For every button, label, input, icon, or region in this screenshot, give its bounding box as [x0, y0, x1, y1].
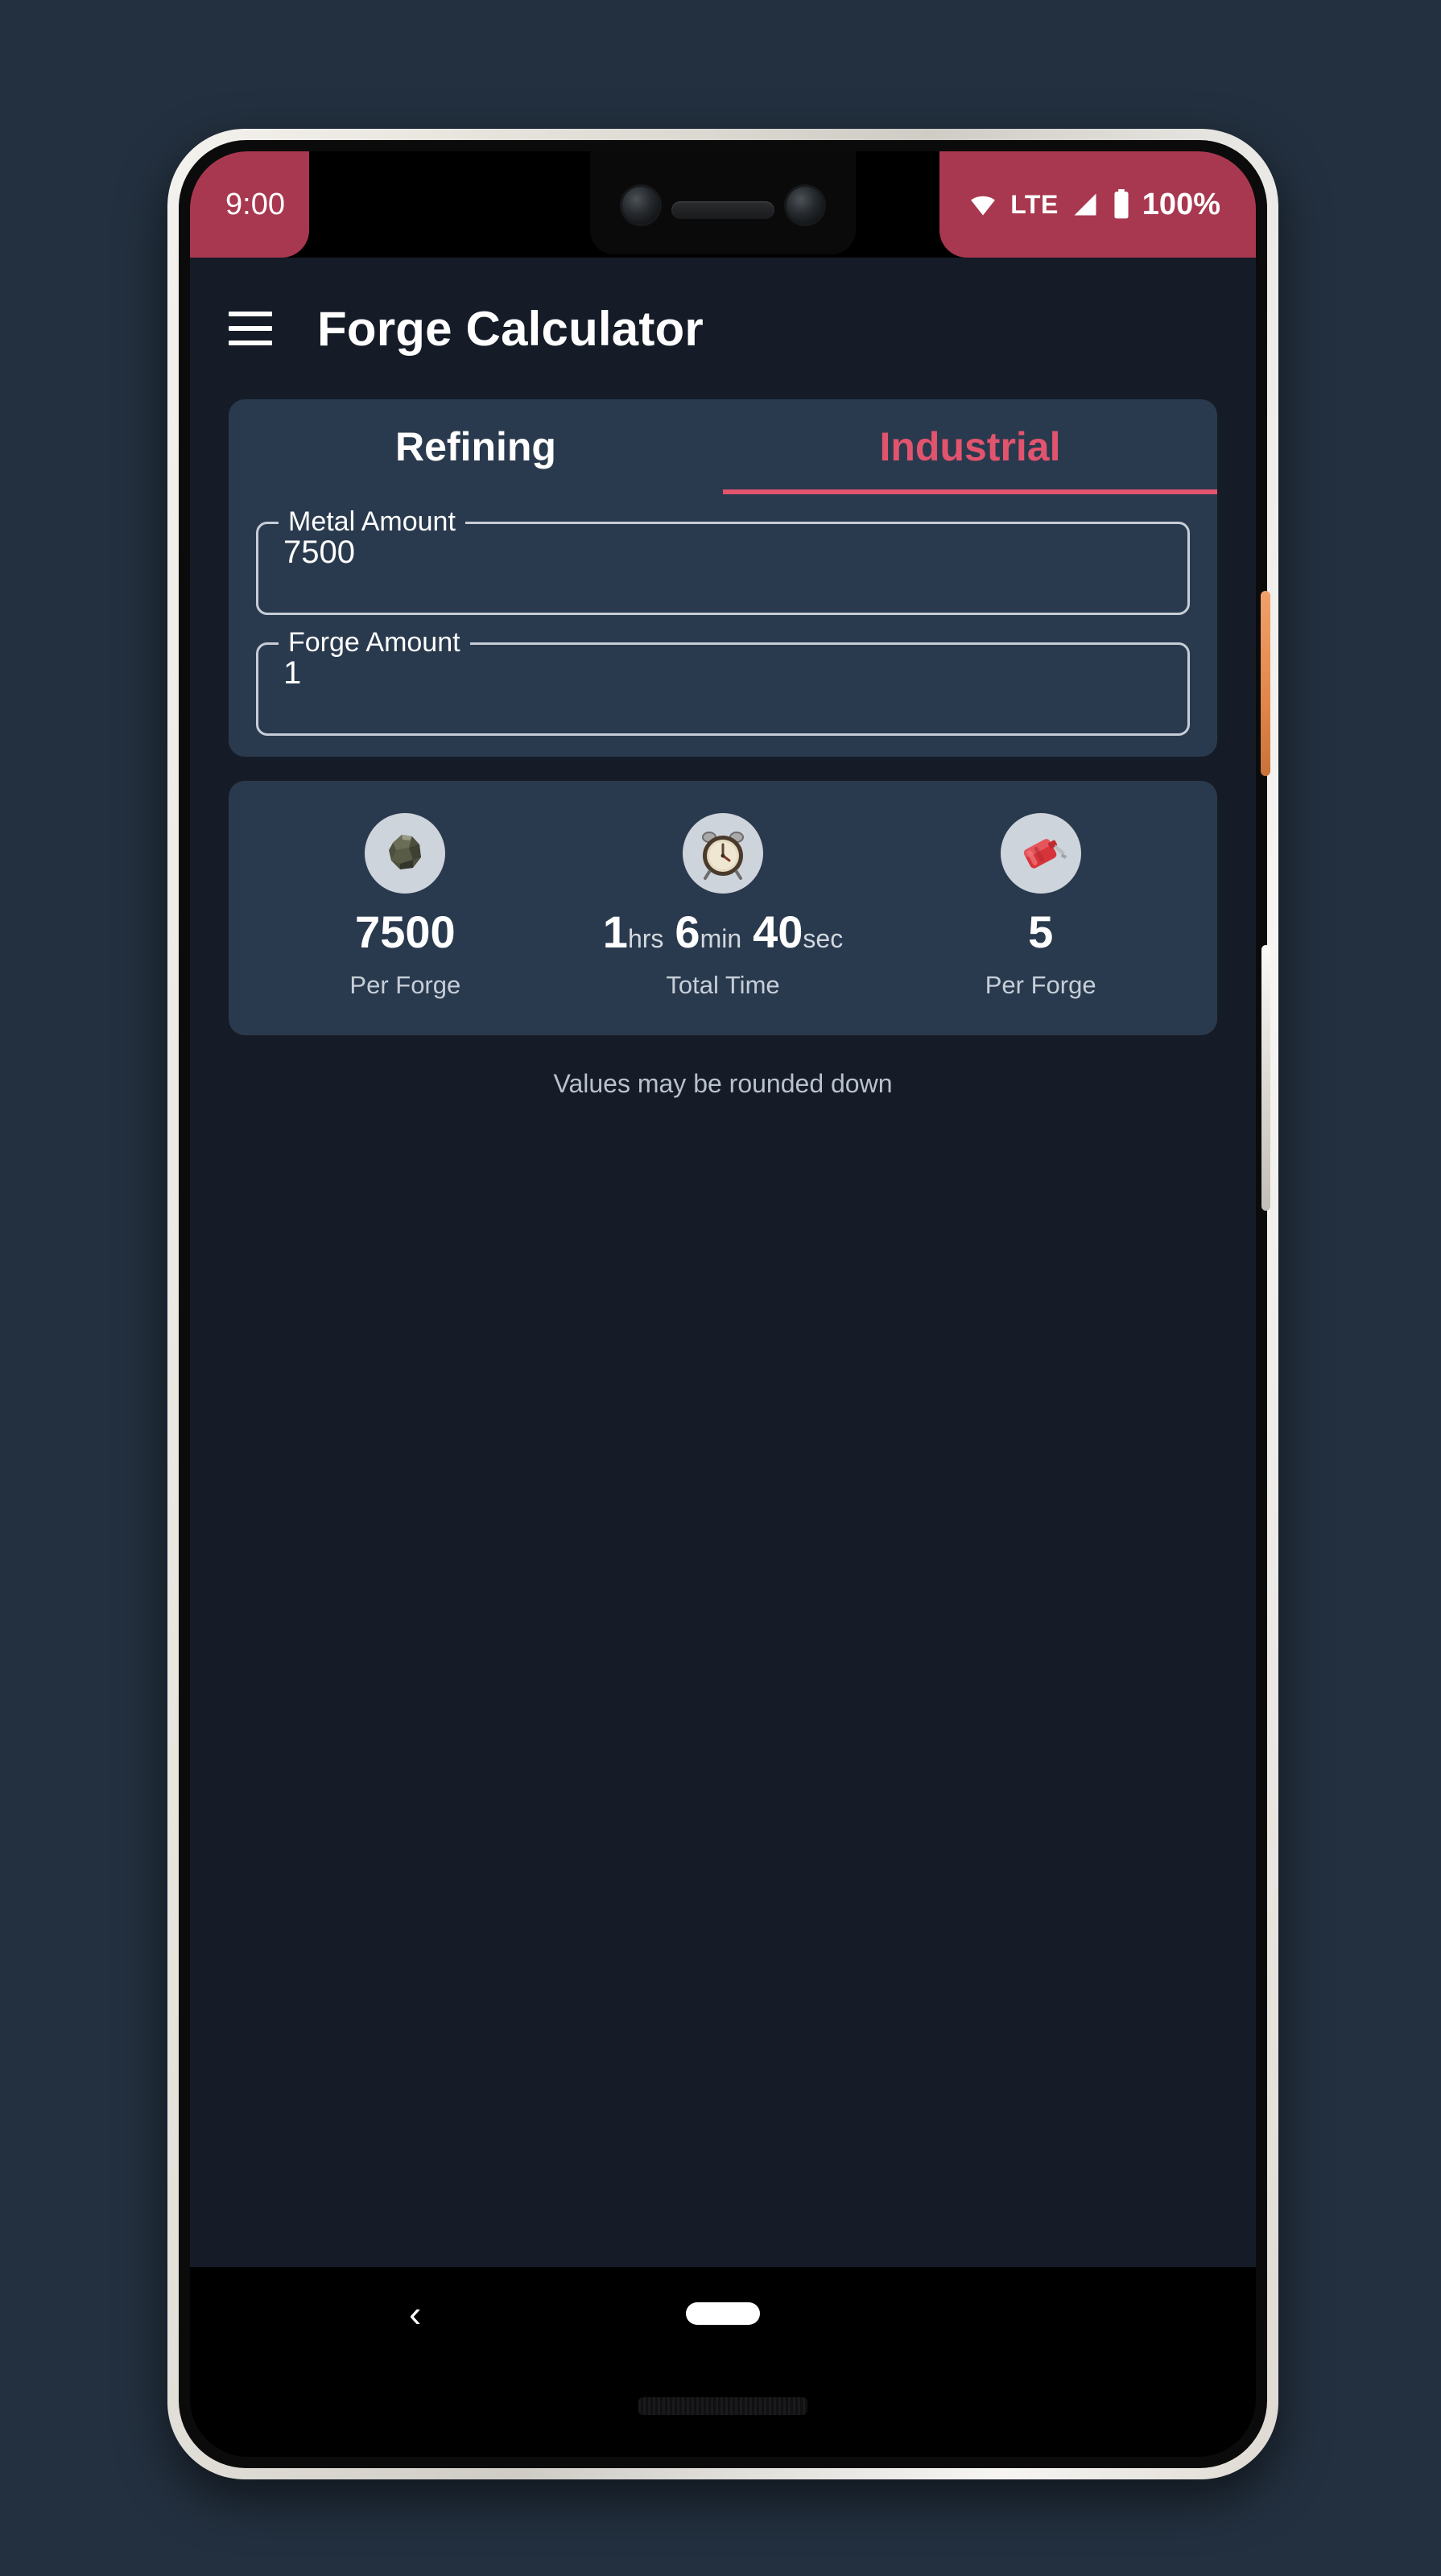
metal-ore-icon — [365, 813, 446, 894]
phone-frame: 9:00 LTE 100% Forge Calculator Refining … — [167, 129, 1278, 2479]
forge-amount-label: Forge Amount — [279, 625, 470, 660]
input-card: Refining Industrial Metal Amount 7500 Fo… — [229, 399, 1217, 757]
tab-industrial[interactable]: Industrial — [723, 399, 1217, 494]
time-minutes: 6 — [675, 906, 700, 957]
footnote-text: Values may be rounded down — [553, 1069, 893, 1098]
total-time-value: 1hrs 6min 40sec — [603, 910, 843, 955]
fuel-output-value: 5 — [1028, 906, 1054, 957]
time-seconds-unit: sec — [803, 924, 844, 953]
fuel-output-label: Per Forge — [985, 971, 1096, 999]
total-time-label: Total Time — [666, 971, 780, 999]
home-pill-icon[interactable] — [686, 2302, 760, 2325]
app-root: Forge Calculator Refining Industrial Met… — [190, 258, 1256, 2457]
fuel-can-icon — [1000, 813, 1081, 894]
time-hours-unit: hrs — [627, 924, 664, 953]
tab-refining-label: Refining — [395, 424, 556, 469]
forge-amount-input[interactable]: 1 — [283, 655, 301, 691]
tab-industrial-label: Industrial — [879, 424, 1061, 469]
alarm-clock-icon — [683, 813, 763, 894]
result-metal-output: 7500 Per Forge — [246, 813, 564, 1000]
tab-refining[interactable]: Refining — [229, 399, 723, 494]
front-camera-left-icon — [622, 187, 659, 224]
app-bar: Forge Calculator — [190, 258, 1256, 399]
volume-button[interactable] — [1261, 945, 1270, 1211]
notch-cutout — [590, 151, 856, 254]
front-camera-right-icon — [787, 187, 824, 224]
time-hours: 1 — [602, 906, 628, 957]
metal-output-value: 7500 — [355, 906, 456, 957]
bottom-speaker-grill — [638, 2397, 807, 2415]
screen-chin — [190, 2360, 1256, 2457]
phone-screen: 9:00 LTE 100% Forge Calculator Refining … — [190, 151, 1256, 2457]
power-button[interactable] — [1261, 591, 1270, 776]
forge-amount-field[interactable]: Forge Amount 1 — [256, 625, 1190, 736]
earpiece-speaker — [671, 201, 774, 219]
phone-body: 9:00 LTE 100% Forge Calculator Refining … — [179, 140, 1270, 2468]
notch-area — [190, 151, 1256, 258]
result-fuel-output: 5 Per Forge — [882, 813, 1199, 1000]
hamburger-menu-icon[interactable] — [229, 312, 272, 345]
results-card: 7500 Per Forge 1hrs 6min 40sec Total Tim… — [229, 781, 1217, 1035]
time-minutes-unit: min — [700, 924, 742, 953]
back-chevron-icon[interactable]: ‹ — [409, 2295, 421, 2332]
results-row: 7500 Per Forge 1hrs 6min 40sec Total Tim… — [246, 813, 1199, 1000]
navigation-bar: ‹ — [190, 2267, 1256, 2360]
time-seconds: 40 — [753, 906, 803, 957]
metal-output-label: Per Forge — [349, 971, 461, 999]
result-total-time: 1hrs 6min 40sec Total Time — [564, 813, 882, 1000]
metal-amount-field[interactable]: Metal Amount 7500 — [256, 504, 1190, 615]
page-title: Forge Calculator — [317, 301, 704, 356]
tab-bar: Refining Industrial — [229, 399, 1217, 494]
metal-amount-input[interactable]: 7500 — [283, 535, 355, 571]
